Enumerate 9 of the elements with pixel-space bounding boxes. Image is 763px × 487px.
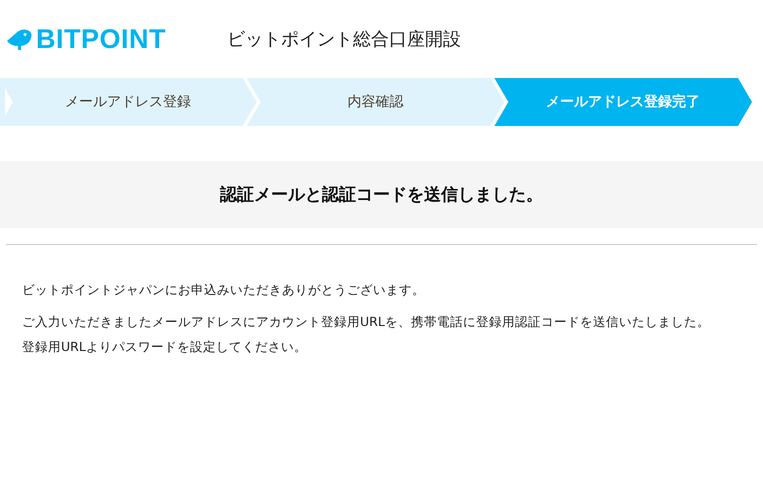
heading: 認証メールと認証コードを送信しました。: [0, 161, 763, 228]
bird-icon: [7, 28, 33, 50]
text-line: 登録用URLよりパスワードを設定してください。: [22, 338, 308, 356]
progress-step: メールアドレス登録完了: [494, 78, 752, 126]
logo[interactable]: BITPOINT: [36, 24, 166, 54]
progress-step: 内容確認: [246, 78, 504, 126]
page-title: ビットポイント総合口座開設: [227, 28, 461, 51]
text-line: ビットポイントジャパンにお申込みいただきありがとうございます。: [22, 281, 426, 299]
text-line: ご入力いただきましたメールアドレスにアカウント登録用URLを、携帯電話に登録用認証コードを送信いたしました。: [22, 313, 711, 331]
